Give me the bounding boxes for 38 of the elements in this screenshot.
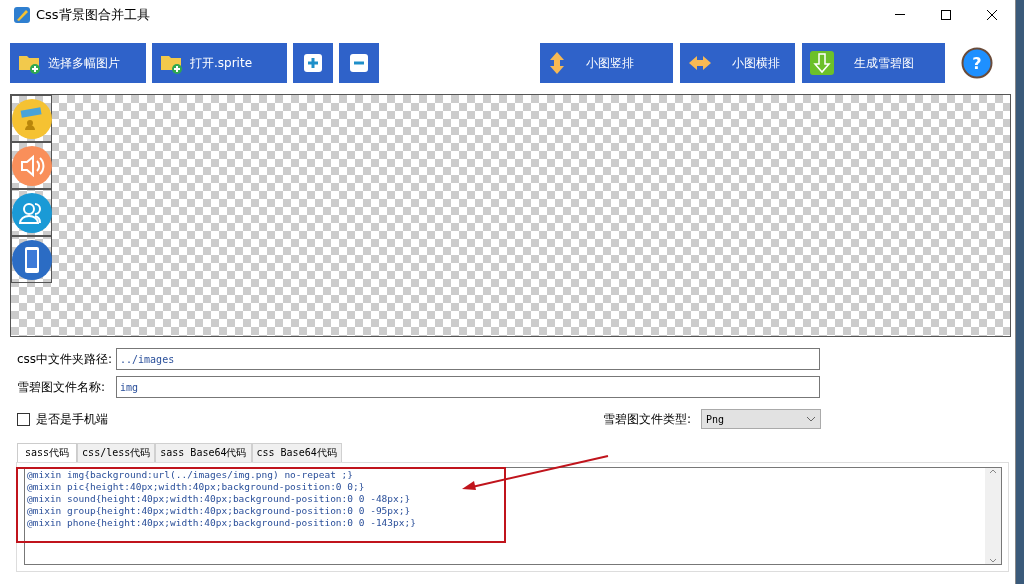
file-type-dropdown[interactable]: Png: [701, 409, 821, 429]
maximize-icon: [941, 10, 951, 20]
download-icon: [810, 51, 834, 75]
code-tab[interactable]: sass Base64代码: [155, 443, 252, 462]
toolbar-button[interactable]: 打开.sprite: [152, 43, 287, 83]
checkbox-label: 是否是手机端: [36, 410, 108, 428]
toolbar-button[interactable]: 小图横排: [680, 43, 795, 83]
toolbar-button[interactable]: 选择多幅图片: [10, 43, 146, 83]
text-field[interactable]: ../images: [116, 348, 820, 370]
code-tab[interactable]: sass代码: [17, 443, 78, 462]
horizontal-arrows-icon: [688, 55, 712, 71]
field-label: css中文件夹路径:: [17, 350, 114, 368]
scroll-up-icon[interactable]: [989, 468, 997, 474]
code-tab[interactable]: css/less代码: [77, 443, 156, 462]
code-line: @mixin phone{height:40px;width:40px;background-position:0 0 -143px;}: [27, 517, 417, 529]
code-tab[interactable]: css Base64代码: [251, 443, 342, 462]
scrollbar[interactable]: [985, 468, 1001, 564]
toolbar-button[interactable]: 生成雪碧图: [802, 43, 945, 83]
code-line: @mixin group{height:40px;width:40px;background-position:0 0 -95px;}: [27, 505, 412, 517]
minimize-icon: [895, 14, 905, 16]
minus-icon: [349, 53, 369, 73]
close-icon: [987, 10, 997, 20]
toolbar-button[interactable]: 小图竖排: [540, 43, 673, 83]
window-title: Css背景图合并工具: [36, 6, 150, 24]
text-field[interactable]: img: [116, 376, 820, 398]
plus-button[interactable]: [293, 43, 333, 83]
scroll-down-icon[interactable]: [989, 558, 997, 564]
field-label: 雪碧图文件名称:: [17, 378, 107, 396]
plus-icon: [303, 53, 323, 73]
code-line: @mixin sound{height:40px;width:40px;background-position:0 0 -48px;}: [27, 493, 412, 505]
code-line: @mixin pic{height:40px;width:40px;background-position:0 0;}: [27, 481, 366, 493]
checkbox[interactable]: [17, 412, 30, 426]
vertical-arrows-icon: [548, 51, 566, 75]
minus-button[interactable]: [339, 43, 379, 83]
chevron-down-icon: [806, 416, 816, 422]
file-type-label: 雪碧图文件类型:: [602, 410, 691, 428]
code-line: @mixin img{background:url(../images/img.png) no-repeat ;}: [27, 469, 354, 481]
app-icon: [14, 7, 30, 23]
